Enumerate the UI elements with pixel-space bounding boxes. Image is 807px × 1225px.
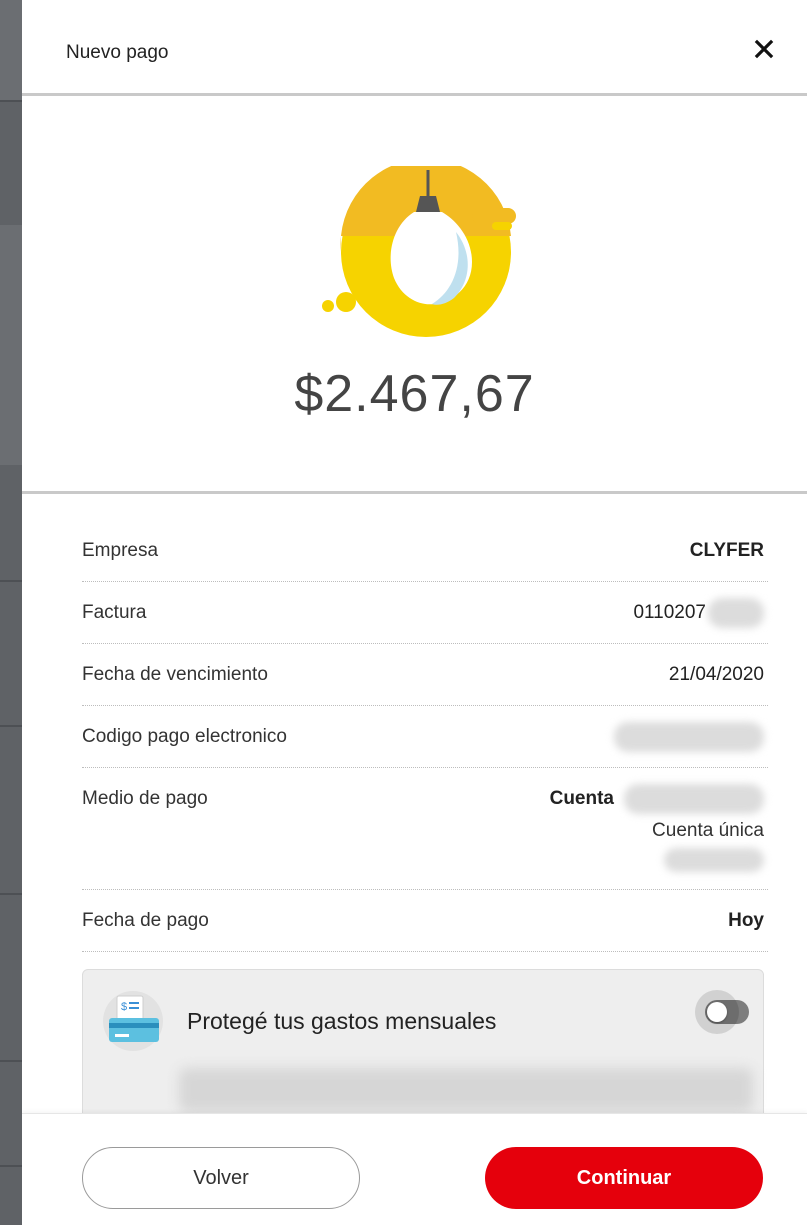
svg-text:$: $ [121, 1001, 127, 1013]
modal-header: Nuevo pago [22, 0, 807, 96]
detail-row-vencimiento: Fecha de vencimiento 21/04/2020 [82, 644, 768, 706]
codigo-redacted [614, 721, 764, 752]
protect-toggle[interactable] [695, 990, 749, 1034]
payment-summary: $2.467,67 [22, 96, 807, 494]
lightbulb-icon [322, 166, 516, 337]
background-page [0, 0, 22, 1225]
empresa-value: CLYFER [689, 539, 764, 561]
medio-label: Medio de pago [82, 788, 208, 809]
empresa-label: Empresa [82, 539, 159, 561]
payment-amount: $2.467,67 [294, 365, 535, 423]
fecha-pago-label: Fecha de pago [82, 909, 209, 931]
close-icon [754, 39, 774, 59]
vencimiento-label: Fecha de vencimiento [82, 663, 268, 685]
factura-label: Factura [82, 601, 147, 623]
close-button[interactable] [749, 34, 779, 64]
fecha-pago-value: Hoy [728, 909, 764, 931]
modal-footer: Volver Continuar [22, 1113, 807, 1225]
factura-value: 0110207 [633, 601, 706, 623]
promo-title: Protegé tus gastos mensuales [187, 1008, 497, 1034]
toggle-knob [707, 1002, 727, 1022]
codigo-label: Codigo pago electronico [82, 725, 287, 747]
medio-sub: Cuenta única [652, 820, 764, 841]
detail-row-empresa: Empresa CLYFER [82, 520, 768, 582]
continue-button[interactable]: Continuar [485, 1147, 763, 1209]
medio-value: Cuenta [549, 788, 614, 809]
factura-redacted [708, 597, 764, 628]
detail-row-fecha-pago: Fecha de pago Hoy [82, 890, 768, 952]
back-button[interactable]: Volver [82, 1147, 360, 1209]
modal-title: Nuevo pago [66, 42, 169, 63]
payment-details: Empresa CLYFER Factura 0110207 Fecha de … [82, 520, 768, 952]
bill-card-icon: $ [103, 991, 163, 1051]
detail-row-factura: Factura 0110207 [82, 582, 768, 644]
detail-row-codigo: Codigo pago electronico [82, 706, 768, 768]
promo-description-redacted [179, 1068, 753, 1112]
detail-row-medio: Medio de pago Cuenta Cuenta única [82, 768, 768, 890]
section-divider [22, 491, 807, 494]
cuenta-redacted [624, 784, 764, 814]
cuenta-number-redacted [664, 848, 764, 872]
vencimiento-value: 21/04/2020 [668, 663, 764, 685]
new-payment-modal: Nuevo pago $2.467,67 Empresa CLYFER Fact… [22, 0, 807, 1225]
